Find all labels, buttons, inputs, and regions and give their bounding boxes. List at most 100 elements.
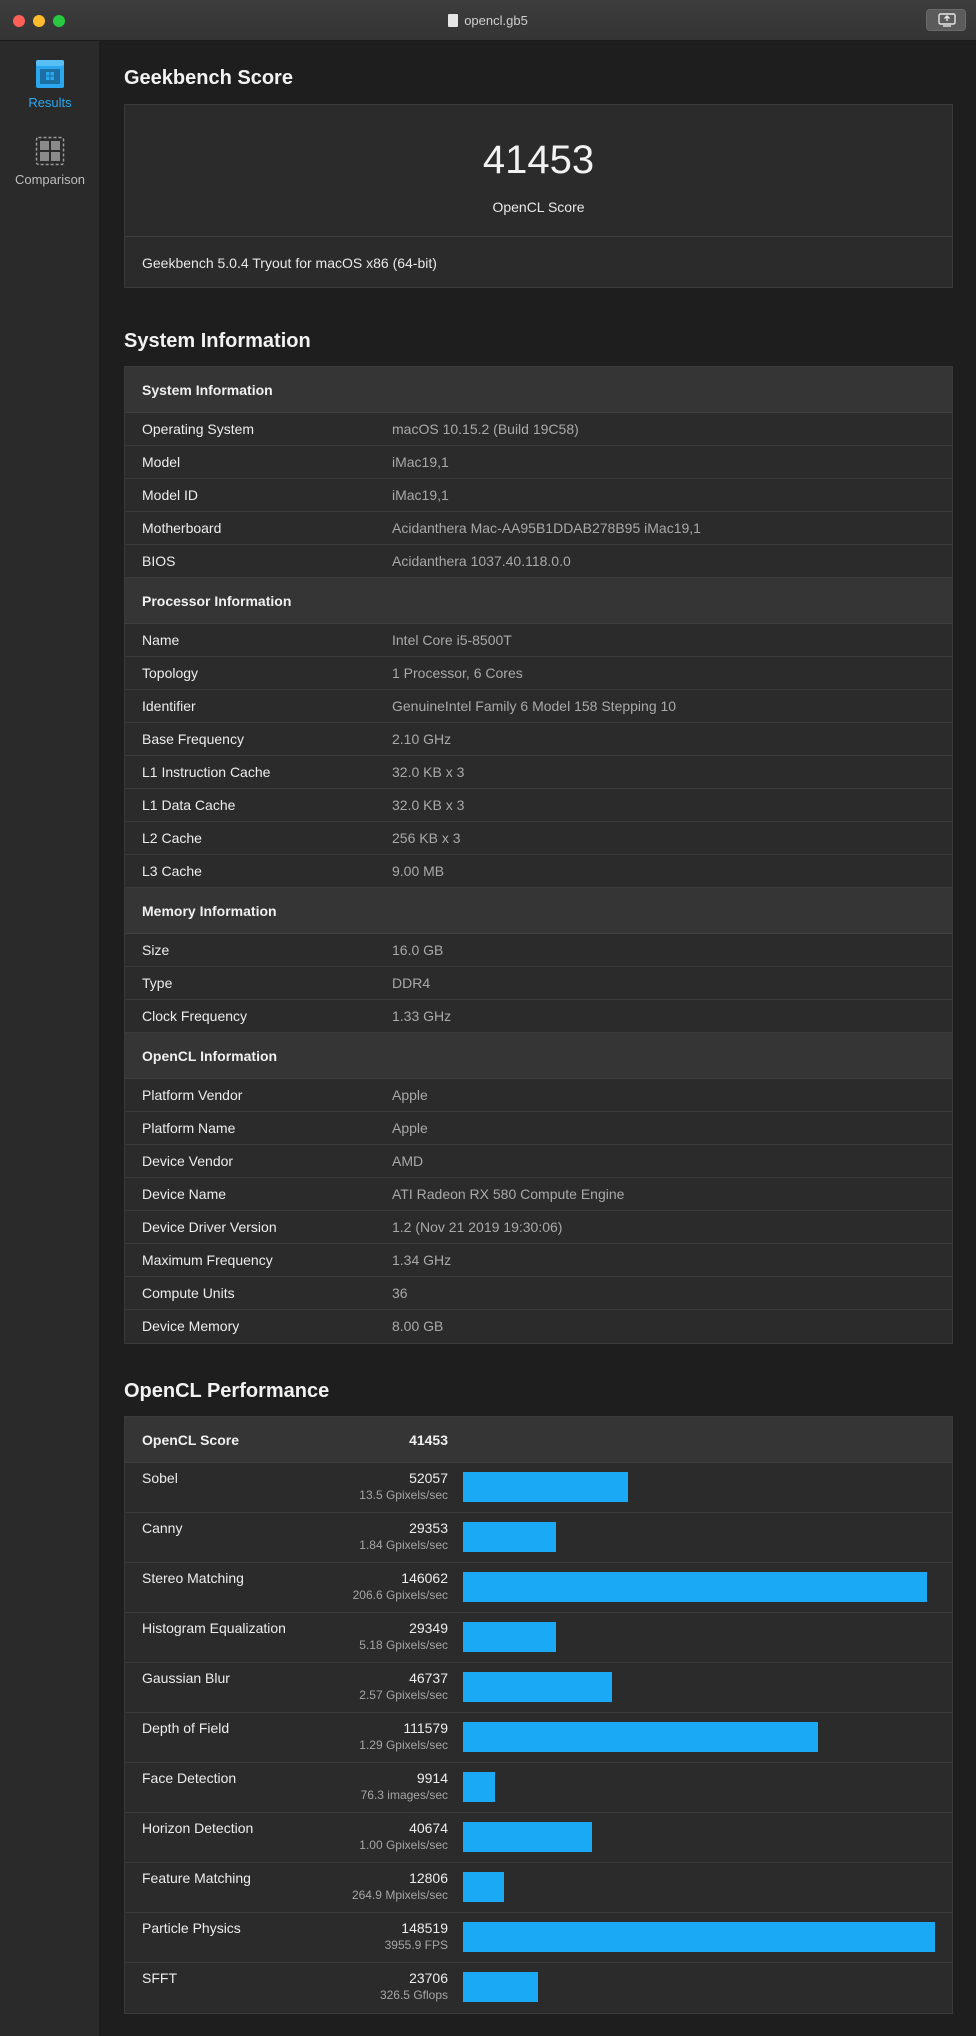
- benchmark-row: Histogram Equalization 29349 5.18 Gpixels/…: [125, 1613, 952, 1663]
- benchmark-row: Canny 29353 1.84 Gpixels/sec: [125, 1513, 952, 1563]
- info-value: iMac19,1: [392, 487, 449, 503]
- system-information-heading: System Information: [124, 330, 311, 352]
- info-row: L3 Cache 9.00 MB: [125, 855, 952, 888]
- benchmark-score: 111579: [403, 1720, 448, 1736]
- benchmark-name: Particle Physics: [142, 1920, 241, 1936]
- info-key: Device Vendor: [142, 1153, 234, 1169]
- info-value: 1.34 GHz: [392, 1252, 452, 1268]
- info-value: ATI Radeon RX 580 Compute Engine: [392, 1186, 625, 1202]
- benchmark-score: 148519: [401, 1920, 448, 1936]
- info-value: 256 KB x 3: [392, 830, 461, 846]
- comparison-icon: [35, 136, 65, 166]
- info-row: Operating System macOS 10.15.2 (Build 19C…: [125, 413, 952, 446]
- info-row: Base Frequency 2.10 GHz: [125, 723, 952, 756]
- info-row: Model iMac19,1: [125, 446, 952, 479]
- info-key: Compute Units: [142, 1285, 235, 1301]
- info-row: Identifier GenuineIntel Family 6 Model 15…: [125, 690, 952, 723]
- benchmark-row: Sobel 52057 13.5 Gpixels/sec: [125, 1463, 952, 1513]
- sidebar-item-results[interactable]: Results: [0, 59, 100, 110]
- geekbench-score-heading: Geekbench Score: [124, 67, 293, 89]
- benchmark-rate: 76.3 images/sec: [360, 1788, 448, 1802]
- benchmark-score: 29349: [409, 1620, 448, 1636]
- info-row: Maximum Frequency 1.34 GHz: [125, 1244, 952, 1277]
- info-value: GenuineIntel Family 6 Model 158 Stepping…: [392, 698, 677, 714]
- info-key: Platform Name: [142, 1120, 236, 1136]
- benchmark-row: Horizon Detection 40674 1.00 Gpixels/sec: [125, 1813, 952, 1863]
- info-row: Size 16.0 GB: [125, 934, 952, 967]
- benchmark-score-bar: [463, 1922, 935, 1952]
- window-title: opencl.gb5: [0, 0, 976, 41]
- benchmark-score-bar: [463, 1772, 495, 1802]
- benchmark-row: Stereo Matching 146062 206.6 Gpixels/sec: [125, 1563, 952, 1613]
- info-group-header: System Information: [125, 367, 952, 413]
- info-key: Platform Vendor: [142, 1087, 243, 1103]
- benchmark-score: 29353: [409, 1520, 448, 1536]
- benchmark-score: 23706: [409, 1970, 448, 1986]
- benchmark-row: SFFT 23706 326.5 Gflops: [125, 1963, 952, 2013]
- opencl-performance-heading: OpenCL Performance: [124, 1380, 330, 1402]
- info-row: Device Memory 8.00 GB: [125, 1310, 952, 1343]
- benchmark-rate: 206.6 Gpixels/sec: [352, 1588, 448, 1602]
- info-value: 1.33 GHz: [392, 1008, 452, 1024]
- main-content[interactable]: Geekbench Score 41453 OpenCL Score Geekb…: [101, 41, 976, 2036]
- opencl-score-value: 41453: [482, 138, 595, 182]
- info-key: Identifier: [142, 698, 196, 714]
- info-key: BIOS: [142, 553, 176, 569]
- performance-header-score: 41453: [409, 1432, 448, 1448]
- info-group-header: OpenCL Information: [125, 1033, 952, 1079]
- benchmark-score-bar: [463, 1472, 628, 1502]
- benchmark-rate: 326.5 Gflops: [379, 1988, 448, 2002]
- info-key: Clock Frequency: [142, 1008, 248, 1024]
- info-value: Apple: [392, 1087, 428, 1103]
- info-row: Device Vendor AMD: [125, 1145, 952, 1178]
- info-row: Clock Frequency 1.33 GHz: [125, 1000, 952, 1033]
- window-title-text: opencl.gb5: [464, 13, 528, 28]
- sidebar-item-comparison[interactable]: Comparison: [0, 136, 100, 187]
- benchmark-score-bar: [463, 1872, 504, 1902]
- benchmark-row: Feature Matching 12806 264.9 Mpixels/sec: [125, 1863, 952, 1913]
- info-key: L3 Cache: [142, 863, 202, 879]
- info-value: 16.0 GB: [392, 942, 444, 958]
- info-key: Model ID: [142, 487, 199, 503]
- benchmark-row: Depth of Field 111579 1.29 Gpixels/sec: [125, 1713, 952, 1763]
- info-key: Topology: [142, 665, 199, 681]
- document-icon: [448, 14, 459, 27]
- info-key: L2 Cache: [142, 830, 202, 846]
- performance-header-label: OpenCL Score: [142, 1432, 239, 1448]
- info-key: Name: [142, 632, 180, 648]
- info-value: Acidanthera 1037.40.118.0.0: [392, 553, 571, 569]
- benchmark-name: Stereo Matching: [142, 1570, 244, 1586]
- info-row: Platform Vendor Apple: [125, 1079, 952, 1112]
- info-key: Operating System: [142, 421, 255, 437]
- info-value: 36: [392, 1285, 408, 1301]
- benchmark-rate: 13.5 Gpixels/sec: [359, 1488, 448, 1502]
- benchmark-name: Feature Matching: [142, 1870, 251, 1886]
- info-value: macOS 10.15.2 (Build 19C58): [392, 421, 579, 437]
- benchmark-score: 46737: [409, 1670, 448, 1686]
- benchmark-rate: 1.84 Gpixels/sec: [359, 1538, 448, 1552]
- benchmark-rate: 1.29 Gpixels/sec: [359, 1738, 448, 1752]
- sidebar-item-label: Results: [28, 95, 72, 110]
- info-row: Motherboard Acidanthera Mac-AA95B1DDAB278…: [125, 512, 952, 545]
- benchmark-name: Depth of Field: [142, 1720, 230, 1736]
- opencl-score-label: OpenCL Score: [492, 199, 585, 215]
- benchmark-score-bar: [463, 1972, 538, 2002]
- benchmark-name: Histogram Equalization: [142, 1620, 286, 1636]
- benchmark-rate: 2.57 Gpixels/sec: [359, 1688, 448, 1702]
- info-key: Type: [142, 975, 173, 991]
- info-row: L1 Data Cache 32.0 KB x 3: [125, 789, 952, 822]
- info-row: Platform Name Apple: [125, 1112, 952, 1145]
- info-value: DDR4: [392, 975, 431, 991]
- info-key: L1 Instruction Cache: [142, 764, 271, 780]
- benchmark-score-bar: [463, 1822, 592, 1852]
- info-key: Size: [142, 942, 170, 958]
- info-key: Device Name: [142, 1186, 227, 1202]
- share-button[interactable]: [926, 9, 966, 31]
- benchmark-score: 12806: [409, 1870, 448, 1886]
- benchmark-score-bar: [463, 1622, 556, 1652]
- benchmark-score-bar: [463, 1722, 818, 1752]
- benchmark-score: 146062: [401, 1570, 448, 1586]
- benchmark-row: Particle Physics 148519 3955.9 FPS: [125, 1913, 952, 1963]
- info-value: 32.0 KB x 3: [392, 764, 465, 780]
- system-information-table: System Information Operating System macOS …: [124, 366, 953, 1344]
